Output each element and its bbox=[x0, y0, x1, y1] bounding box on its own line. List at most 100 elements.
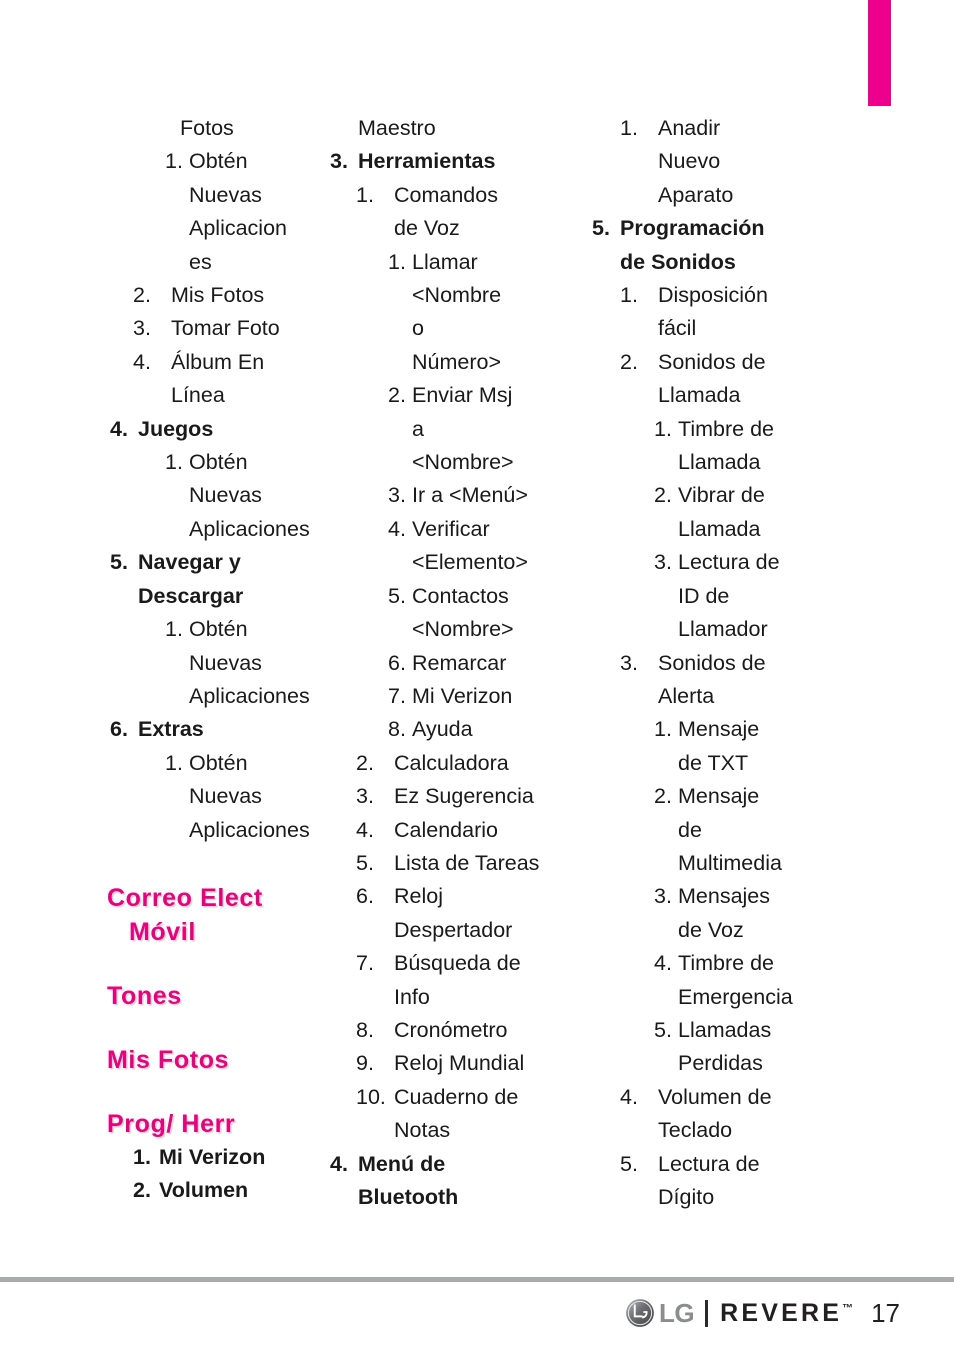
menu-line-label: <Nombre> bbox=[412, 450, 514, 475]
menu-line-label: Perdidas bbox=[678, 1051, 763, 1076]
menu-line-label: fácil bbox=[658, 316, 697, 341]
menu-line: 1. Anadir bbox=[582, 112, 954, 145]
menu-line: 2. Mensaje bbox=[582, 780, 954, 813]
menu-line-number: 3. bbox=[388, 483, 406, 508]
menu-line-number: 1. bbox=[133, 1144, 151, 1169]
menu-line: Descargar bbox=[85, 580, 300, 613]
menu-line-label: Llamar bbox=[412, 249, 478, 274]
menu-line-number: 2. bbox=[620, 349, 638, 374]
menu-line: 6. Extras bbox=[85, 713, 300, 746]
menu-line: Multimedia bbox=[582, 847, 954, 880]
menu-line: Nuevas bbox=[85, 647, 300, 680]
menu-line-label: <Elemento> bbox=[412, 550, 528, 575]
menu-line: de Sonidos bbox=[582, 246, 954, 279]
menu-line: 10. Cuaderno de bbox=[318, 1081, 582, 1114]
menu-line: Llamador bbox=[582, 613, 954, 646]
menu-line: 4. Volumen de bbox=[582, 1081, 954, 1114]
menu-line: 2. Sonidos de bbox=[582, 346, 954, 379]
menu-line-number: 3. bbox=[620, 650, 638, 675]
menu-line-label: de TXT bbox=[678, 750, 749, 775]
menu-line-label: Volumen bbox=[159, 1178, 249, 1203]
menu-line-number: 9. bbox=[356, 1051, 374, 1076]
menu-line-label: Mis Fotos bbox=[171, 283, 265, 308]
menu-line: 3. Lectura de bbox=[582, 546, 954, 579]
menu-line-number: 7. bbox=[388, 683, 406, 708]
menu-line-number: 4. bbox=[110, 416, 128, 441]
menu-line-number: 4. bbox=[620, 1084, 638, 1109]
menu-map-columns: Fotos 1. Obtén Nuevas Aplicacion es 2. Mis Foto… bbox=[0, 112, 954, 1242]
menu-line-number: 2. bbox=[356, 750, 374, 775]
menu-line-label: Anadir bbox=[658, 116, 721, 140]
menu-line: Llamada bbox=[582, 513, 954, 546]
menu-line: 1. Obtén bbox=[85, 747, 300, 780]
menu-line: Aplicacion bbox=[85, 212, 300, 245]
menu-line-number: 5. bbox=[110, 550, 128, 575]
menu-line: 5. Programación bbox=[582, 212, 954, 245]
menu-line: 5. Lista de Tareas bbox=[318, 847, 582, 880]
menu-line-label: Nuevas bbox=[189, 784, 262, 809]
menu-line: o bbox=[318, 312, 582, 345]
menu-line-label: Notas bbox=[394, 1118, 451, 1143]
menu-line-number: 1. bbox=[654, 416, 672, 441]
menu-line-label: Timbre de bbox=[678, 416, 774, 441]
menu-line-label: Emergencia bbox=[678, 984, 793, 1009]
menu-line: 4. Calendario bbox=[318, 814, 582, 847]
trademark-symbol: ™ bbox=[842, 1302, 854, 1315]
section-heading-tones: Tones bbox=[107, 981, 182, 1010]
menu-line-number: 1. bbox=[165, 149, 183, 174]
menu-line-number: 5. bbox=[356, 850, 374, 875]
menu-line-label: Timbre de bbox=[678, 951, 774, 976]
menu-line-number: 4. bbox=[133, 349, 151, 374]
menu-line: 3. Ez Sugerencia bbox=[318, 780, 582, 813]
menu-line: 1. Obtén bbox=[85, 446, 300, 479]
menu-line: 4. Juegos bbox=[85, 413, 300, 446]
menu-line-label: Nuevas bbox=[189, 650, 262, 675]
menu-line: 3. Herramientas bbox=[318, 145, 582, 178]
menu-line-label: Obtén bbox=[189, 750, 248, 775]
menu-line-number: 2. bbox=[388, 383, 406, 408]
menu-line-number: 5. bbox=[654, 1017, 672, 1042]
menu-line-label: Sonidos de bbox=[658, 349, 766, 374]
menu-line-number: 4. bbox=[330, 1151, 348, 1176]
menu-line-label: Mi Verizon bbox=[412, 683, 513, 708]
menu-line-number: 7. bbox=[356, 951, 374, 976]
menu-line-label: es bbox=[189, 249, 212, 274]
menu-line: 1. Obtén bbox=[85, 613, 300, 646]
menu-line-label: Número> bbox=[412, 349, 502, 374]
menu-line-number: 3. bbox=[654, 550, 672, 575]
menu-line-label: Programación bbox=[620, 216, 765, 241]
menu-line-label: Alerta bbox=[658, 683, 715, 708]
menu-line-label: Descargar bbox=[138, 583, 244, 608]
menu-line-number: 1. bbox=[356, 182, 374, 207]
menu-line-label: a bbox=[412, 416, 424, 441]
menu-line-number: 1. bbox=[165, 750, 183, 775]
menu-line-label: Verificar bbox=[412, 516, 490, 541]
menu-line: 5. Lectura de bbox=[582, 1148, 954, 1181]
menu-line-label: Obtén bbox=[189, 617, 248, 642]
menu-line-label: Mensaje bbox=[678, 784, 760, 809]
menu-line: Nuevo bbox=[582, 145, 954, 178]
menu-line-label: Obtén bbox=[189, 149, 248, 174]
menu-line-number: 2. bbox=[133, 1178, 151, 1203]
menu-line-number: 10. bbox=[356, 1084, 386, 1109]
column-1: Fotos 1. Obtén Nuevas Aplicacion es 2. Mis Foto… bbox=[0, 112, 310, 1208]
menu-line-label: Lectura de bbox=[658, 1151, 760, 1176]
menu-line-label: Comandos bbox=[394, 182, 498, 207]
column-3: 1. Anadir Nuevo Aparato 5. Programación de Son… bbox=[582, 112, 954, 1214]
menu-line-label: Búsqueda de bbox=[394, 951, 521, 976]
menu-line-number: 5. bbox=[620, 1151, 638, 1176]
menu-line-label: Obtén bbox=[189, 450, 248, 475]
menu-line: ID de bbox=[582, 580, 954, 613]
menu-line-label: Reloj Mundial bbox=[394, 1051, 525, 1076]
menu-line: 1. Comandos bbox=[318, 179, 582, 212]
menu-line-label: Línea bbox=[171, 383, 225, 408]
menu-line: 1. Llamar bbox=[318, 246, 582, 279]
menu-line-number: 4. bbox=[654, 951, 672, 976]
menu-line-label: Ir a <Menú> bbox=[412, 483, 528, 508]
menu-line-label: Bluetooth bbox=[358, 1185, 459, 1209]
menu-line-label: Llamada bbox=[658, 383, 741, 408]
section-tab-marker bbox=[868, 0, 891, 106]
menu-line-label: Tomar Foto bbox=[171, 316, 280, 341]
menu-line-label: Cronómetro bbox=[394, 1017, 508, 1042]
menu-line: Aplicaciones bbox=[85, 513, 310, 546]
